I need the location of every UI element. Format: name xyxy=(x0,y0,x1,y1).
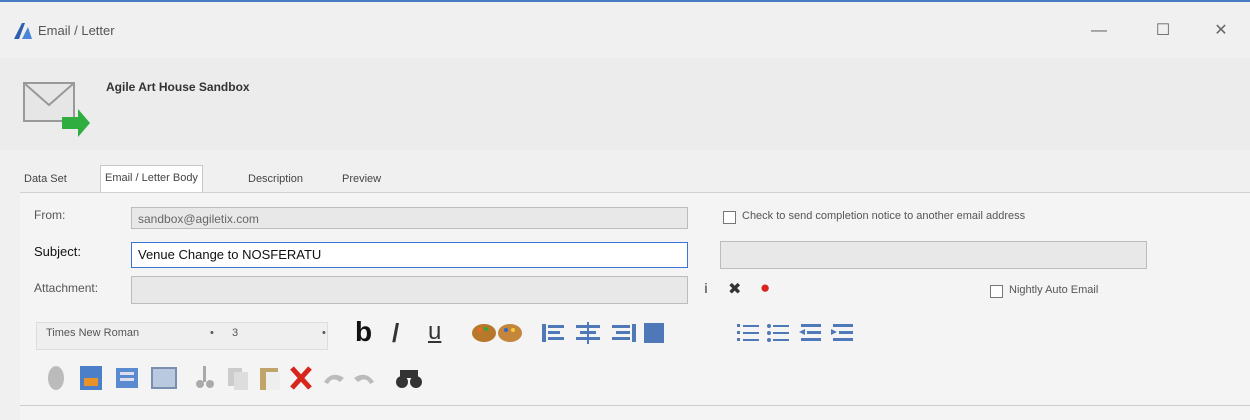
insert-frame-icon xyxy=(151,367,177,389)
color-palette-icon[interactable] xyxy=(470,320,530,346)
copy-icon xyxy=(228,368,248,390)
completion-notice-checkbox[interactable] xyxy=(723,211,736,224)
attachment-error-icon[interactable]: ● xyxy=(760,278,770,298)
bold-button[interactable]: b xyxy=(355,316,372,348)
link-icon xyxy=(48,366,64,390)
from-field[interactable]: sandbox@agiletix.com xyxy=(131,207,688,229)
panel-bottom-divider xyxy=(20,405,1250,406)
close-button[interactable]: ✕ xyxy=(1204,16,1238,46)
maximize-button[interactable]: ☐ xyxy=(1146,16,1180,46)
undo-icon xyxy=(324,374,344,384)
insert-table-icon xyxy=(116,368,138,388)
font-size-prefix-icon: • xyxy=(210,327,214,339)
nightly-auto-email-label: Nightly Auto Email xyxy=(1009,284,1099,296)
subject-field[interactable]: Venue Change to NOSFERATU xyxy=(131,242,688,268)
align-left-icon xyxy=(542,324,564,342)
justify-icon xyxy=(644,323,664,343)
window-title: Email / Letter xyxy=(38,23,115,38)
attachment-info-icon[interactable]: i xyxy=(704,280,708,296)
chevron-down-icon[interactable]: • xyxy=(322,327,326,339)
nightly-auto-email-checkbox[interactable] xyxy=(990,285,1003,298)
align-center-icon xyxy=(576,322,600,344)
cut-icon xyxy=(196,366,214,388)
find-binoculars-icon xyxy=(396,370,422,388)
from-label: From: xyxy=(34,208,66,222)
italic-button[interactable]: / xyxy=(392,318,399,349)
edit-toolbar xyxy=(48,366,422,390)
tab-email-letter-body[interactable]: Email / Letter Body xyxy=(100,165,203,192)
numbered-list-icon xyxy=(737,324,759,341)
attachment-label: Attachment: xyxy=(34,281,99,295)
list-toolbar xyxy=(737,324,853,342)
completion-email-field[interactable] xyxy=(720,241,1147,269)
align-right-icon xyxy=(612,324,636,342)
insert-image-icon xyxy=(80,366,102,390)
alignment-toolbar xyxy=(542,322,664,344)
subject-label: Subject: xyxy=(34,244,81,259)
font-name-select[interactable]: Times New Roman xyxy=(46,327,139,339)
bullet-list-icon xyxy=(767,324,789,342)
title-bar xyxy=(0,0,1250,60)
completion-notice-label: Check to send completion notice to anoth… xyxy=(742,210,1026,222)
envelope-send-icon xyxy=(23,82,90,137)
delete-icon xyxy=(290,366,312,390)
indent-icon xyxy=(831,324,853,341)
minimize-button[interactable]: — xyxy=(1082,16,1116,46)
attachment-field[interactable] xyxy=(131,276,688,304)
app-logo-icon xyxy=(14,23,32,39)
attachment-remove-icon[interactable]: ✖ xyxy=(728,279,741,299)
tab-data-set[interactable]: Data Set xyxy=(20,167,71,191)
tab-preview[interactable]: Preview xyxy=(338,167,385,191)
paste-icon xyxy=(260,368,280,390)
tab-description[interactable]: Description xyxy=(244,167,307,191)
tab-strip: Data Set Email / Letter Body Description… xyxy=(20,165,420,193)
underline-button[interactable]: u xyxy=(428,318,441,346)
redo-icon xyxy=(354,374,374,384)
header-banner xyxy=(0,58,1250,150)
font-size-select[interactable]: 3 xyxy=(232,327,238,339)
outdent-icon xyxy=(799,324,821,341)
header-title: Agile Art House Sandbox xyxy=(106,80,250,94)
